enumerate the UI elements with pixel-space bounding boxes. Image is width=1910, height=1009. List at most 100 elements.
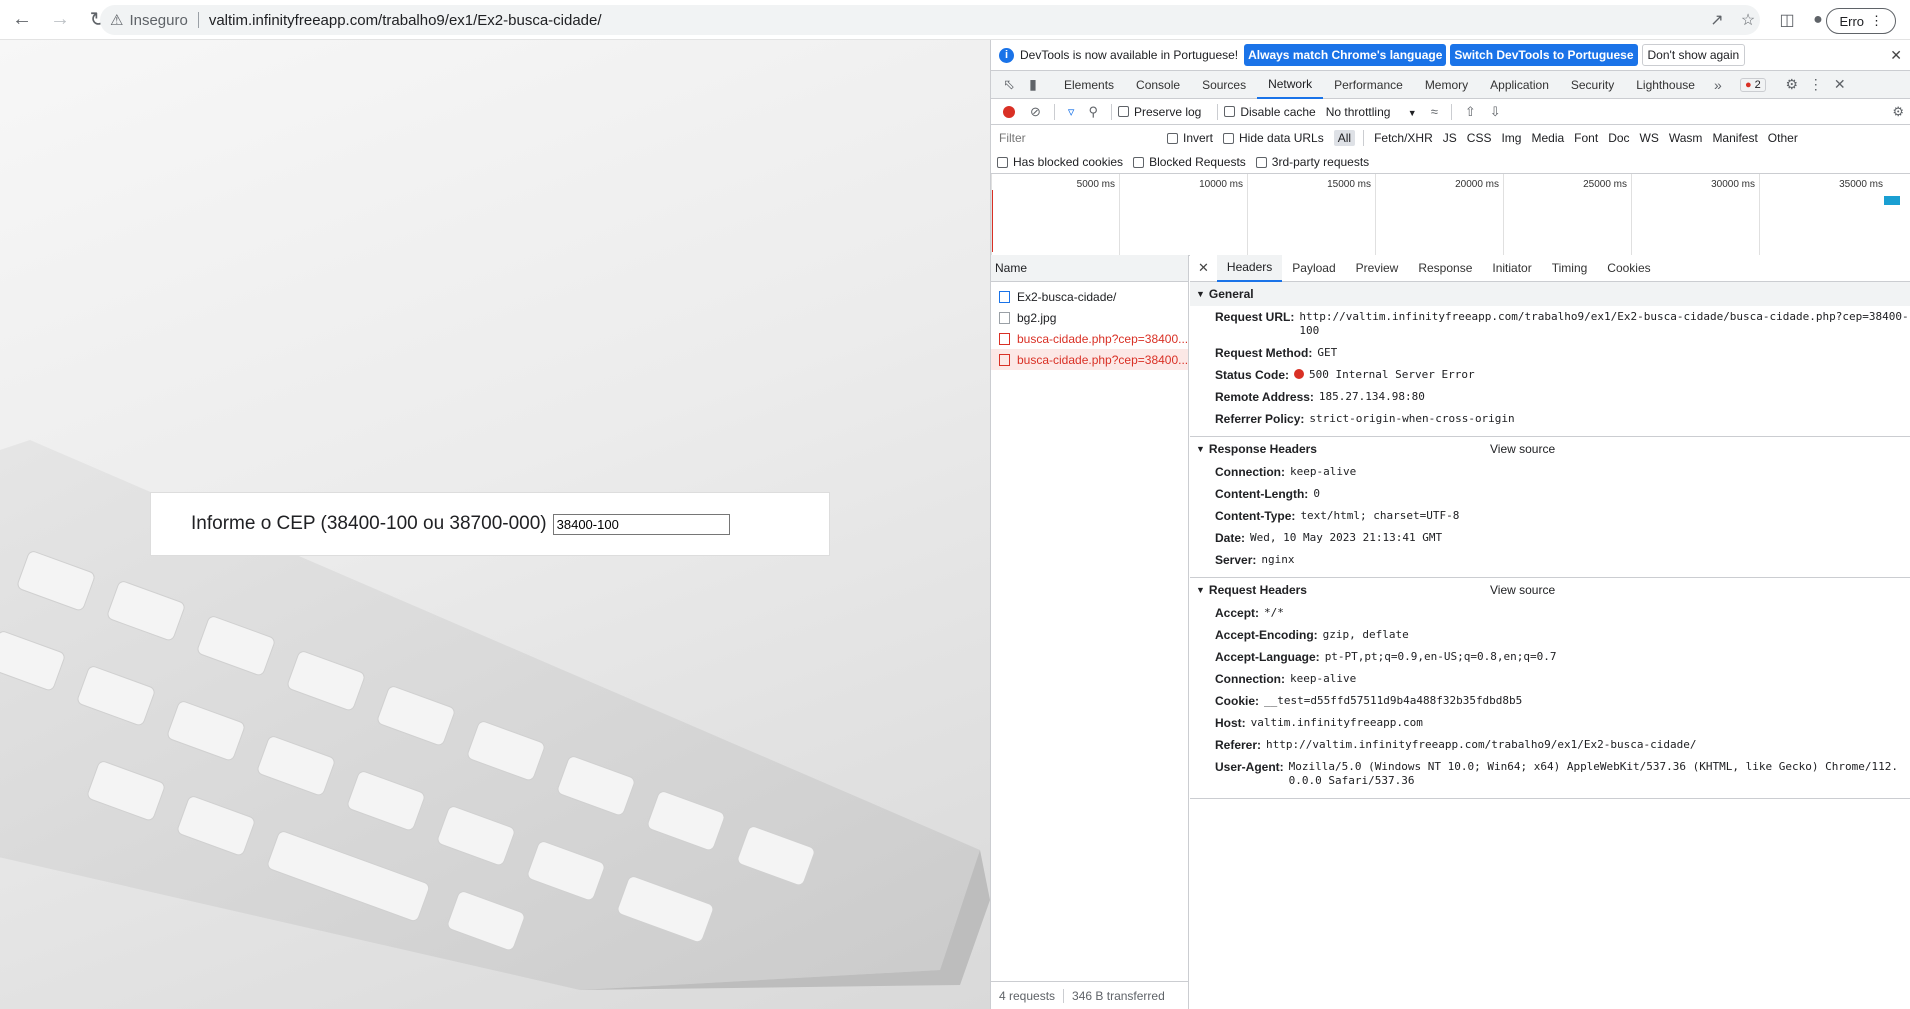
filter-type-other[interactable]: Other bbox=[1764, 130, 1802, 146]
clear-icon[interactable]: ⊘ bbox=[1030, 104, 1041, 120]
tab-security[interactable]: Security bbox=[1560, 71, 1625, 99]
side-panel-icon[interactable]: ◫ bbox=[1775, 8, 1799, 32]
third-party-checkbox[interactable]: 3rd-party requests bbox=[1255, 155, 1369, 169]
toolbar-divider bbox=[1450, 103, 1452, 120]
filter-type-fetch-xhr[interactable]: Fetch/XHR bbox=[1370, 130, 1437, 146]
throttling-select[interactable]: No throttling ▼ bbox=[1326, 105, 1417, 119]
tab-lighthouse[interactable]: Lighthouse bbox=[1625, 71, 1706, 99]
close-devtools-icon[interactable]: ✕ bbox=[1828, 76, 1852, 93]
filter-type-js[interactable]: JS bbox=[1439, 130, 1461, 146]
blocked-requests-checkbox[interactable]: Blocked Requests bbox=[1133, 155, 1246, 169]
view-source-link[interactable]: View source bbox=[1490, 583, 1555, 597]
tab-performance[interactable]: Performance bbox=[1323, 71, 1414, 99]
import-har-icon[interactable]: ⇧ bbox=[1465, 104, 1476, 120]
header-value: GET bbox=[1317, 346, 1338, 359]
header-key: Accept-Encoding: bbox=[1215, 628, 1318, 642]
match-language-button[interactable]: Always match Chrome's language bbox=[1244, 44, 1447, 66]
record-icon[interactable] bbox=[1003, 105, 1015, 118]
omnibox-divider bbox=[197, 12, 199, 28]
tab-sources[interactable]: Sources bbox=[1191, 71, 1257, 99]
error-count-badge[interactable]: ● 2 bbox=[1739, 77, 1766, 92]
invert-checkbox[interactable]: Invert bbox=[1167, 131, 1213, 145]
filter-input[interactable] bbox=[997, 128, 1157, 148]
name-column-header[interactable]: Name bbox=[991, 255, 1188, 282]
filter-type-ws[interactable]: WS bbox=[1636, 130, 1663, 146]
tab-response[interactable]: Response bbox=[1408, 255, 1482, 282]
inspect-element-icon[interactable]: ⬁ bbox=[997, 76, 1021, 93]
network-settings-gear-icon[interactable]: ⚙ bbox=[1892, 104, 1904, 120]
filter-type-font[interactable]: Font bbox=[1570, 130, 1602, 146]
checkbox-box bbox=[1117, 106, 1129, 117]
network-conditions-icon[interactable]: ≈ bbox=[1431, 104, 1438, 119]
filter-type-doc[interactable]: Doc bbox=[1604, 130, 1633, 146]
checkbox-box bbox=[1255, 156, 1267, 168]
header-key: Referer: bbox=[1215, 738, 1262, 752]
request-row[interactable]: bg2.jpg bbox=[991, 307, 1188, 328]
tab-network[interactable]: Network bbox=[1257, 71, 1324, 99]
request-headers-header[interactable]: ▼ Request Headers View source bbox=[1190, 578, 1910, 602]
tab-preview[interactable]: Preview bbox=[1346, 255, 1409, 282]
filter-type-media[interactable]: Media bbox=[1527, 130, 1568, 146]
tab-elements[interactable]: Elements bbox=[1053, 71, 1125, 99]
tab-console[interactable]: Console bbox=[1125, 71, 1191, 99]
tab-payload[interactable]: Payload bbox=[1282, 255, 1345, 282]
tab-headers[interactable]: Headers bbox=[1216, 255, 1283, 282]
warning-icon: ⚠ bbox=[110, 12, 124, 29]
url-text[interactable]: valtim.infinityfreeapp.com/trabalho9/ex1… bbox=[209, 12, 602, 29]
filter-type-wasm[interactable]: Wasm bbox=[1665, 130, 1707, 146]
more-menu-icon[interactable]: ⋮ bbox=[1870, 13, 1883, 29]
cep-input[interactable] bbox=[552, 513, 730, 535]
timeline-tick: 20000 ms bbox=[1375, 174, 1503, 256]
cep-form: Informe o CEP (38400-100 ou 38700-000) bbox=[150, 492, 830, 556]
preserve-log-checkbox[interactable]: Preserve log bbox=[1117, 105, 1201, 119]
filter-type-css[interactable]: CSS bbox=[1463, 130, 1496, 146]
response-headers-header[interactable]: ▼ Response Headers View source bbox=[1190, 437, 1910, 461]
network-overview-timeline[interactable]: 5000 ms 10000 ms 15000 ms 20000 ms 25000… bbox=[991, 174, 1910, 256]
bookmark-star-icon[interactable]: ☆ bbox=[1736, 8, 1760, 32]
device-toolbar-icon[interactable]: ▮ bbox=[1021, 76, 1045, 93]
has-blocked-cookies-label: Has blocked cookies bbox=[1013, 155, 1124, 169]
tab-cookies[interactable]: Cookies bbox=[1597, 255, 1660, 282]
tab-initiator[interactable]: Initiator bbox=[1482, 255, 1541, 282]
request-row-error[interactable]: busca-cidade.php?cep=38400... bbox=[991, 328, 1188, 349]
filter-type-img[interactable]: Img bbox=[1497, 130, 1525, 146]
settings-gear-icon[interactable]: ⚙ bbox=[1780, 76, 1804, 93]
header-key: Host: bbox=[1215, 716, 1246, 730]
header-row: Status Code: 500 Internal Server Error bbox=[1190, 364, 1910, 386]
invert-label: Invert bbox=[1183, 131, 1214, 145]
switch-language-button[interactable]: Switch DevTools to Portuguese bbox=[1450, 44, 1638, 66]
more-tabs-icon[interactable]: » bbox=[1706, 77, 1730, 93]
close-details-icon[interactable]: ✕ bbox=[1198, 260, 1209, 276]
back-icon[interactable]: ← bbox=[6, 4, 38, 36]
filter-type-manifest[interactable]: Manifest bbox=[1708, 130, 1761, 146]
profile-error-button[interactable]: Erro ⋮ bbox=[1826, 8, 1896, 34]
forward-icon[interactable]: → bbox=[44, 4, 76, 36]
request-row-error-selected[interactable]: busca-cidade.php?cep=38400... bbox=[991, 349, 1188, 370]
request-row[interactable]: Ex2-busca-cidade/ bbox=[991, 286, 1188, 307]
hide-data-urls-checkbox[interactable]: Hide data URLs bbox=[1223, 131, 1324, 145]
devtools-menu-icon[interactable]: ⋮ bbox=[1804, 76, 1828, 93]
view-source-link[interactable]: View source bbox=[1490, 442, 1555, 456]
throttling-value: No throttling bbox=[1325, 104, 1391, 119]
filter-icon[interactable]: ▿ bbox=[1068, 104, 1075, 120]
collapse-triangle-icon: ▼ bbox=[1196, 289, 1205, 299]
browser-toolbar: ← → ↻ ⚠ Inseguro valtim.infinityfreeapp.… bbox=[0, 0, 1910, 40]
infobar-close-icon[interactable]: ✕ bbox=[1890, 47, 1902, 64]
search-icon[interactable]: ⚲ bbox=[1088, 104, 1098, 120]
filter-type-all[interactable]: All bbox=[1333, 130, 1356, 146]
dont-show-again-button[interactable]: Don't show again bbox=[1641, 44, 1746, 66]
response-headers-title: Response Headers bbox=[1208, 442, 1317, 456]
tab-memory[interactable]: Memory bbox=[1414, 71, 1479, 99]
tab-timing[interactable]: Timing bbox=[1542, 255, 1598, 282]
share-icon[interactable]: ↗ bbox=[1705, 8, 1729, 32]
general-section-header[interactable]: ▼ General bbox=[1190, 282, 1910, 306]
tab-application[interactable]: Application bbox=[1479, 71, 1560, 99]
disable-cache-checkbox[interactable]: Disable cache bbox=[1224, 105, 1316, 119]
header-row: Remote Address: 185.27.134.98:80 bbox=[1190, 386, 1910, 408]
export-har-icon[interactable]: ⇩ bbox=[1490, 104, 1501, 120]
has-blocked-cookies-checkbox[interactable]: Has blocked cookies bbox=[997, 155, 1123, 169]
filter-bar: Invert Hide data URLs All Fetch/XHR JS C… bbox=[991, 125, 1910, 151]
security-label[interactable]: Inseguro bbox=[129, 12, 187, 29]
address-bar[interactable]: ⚠ Inseguro valtim.infinityfreeapp.com/tr… bbox=[100, 5, 1760, 35]
header-key: Remote Address: bbox=[1215, 390, 1314, 404]
